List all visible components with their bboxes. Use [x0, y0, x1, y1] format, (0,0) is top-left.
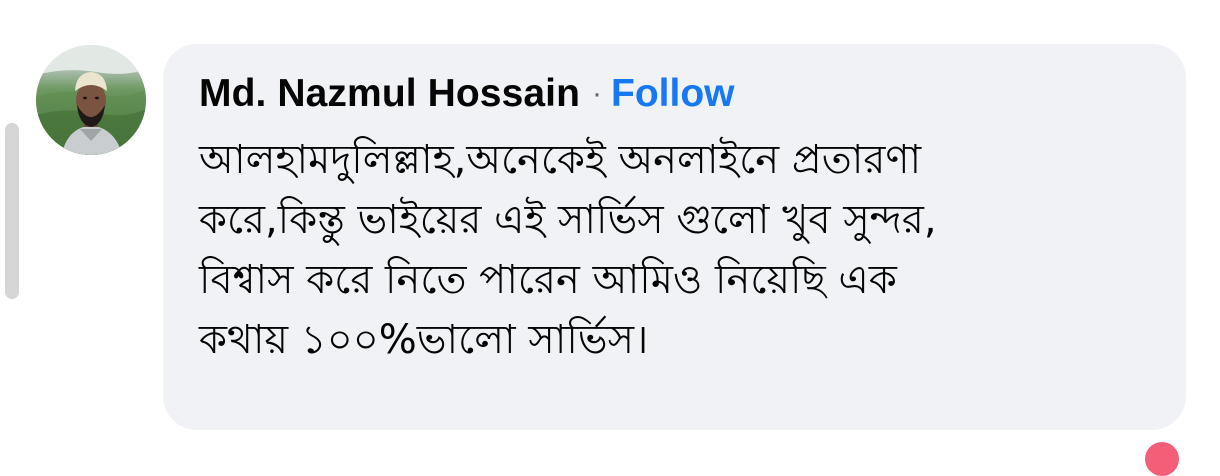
comment-line: করে,কিন্তু ভাইয়ের এই সার্ভিস গুলো খুব স… [199, 197, 937, 243]
author-name[interactable]: Md. Nazmul Hossain [199, 72, 580, 116]
profile-photo-icon [36, 45, 146, 155]
comment-bubble: Md. Nazmul Hossain · Follow আলহামদুলিল্ল… [163, 44, 1186, 430]
separator-dot: · [592, 77, 603, 110]
follow-button[interactable]: Follow [611, 72, 734, 116]
comment-text: আলহামদুলিল্লাহ,অনেকেই অনলাইনে প্রতারণা ক… [199, 130, 1169, 370]
reaction-icon[interactable] [1145, 442, 1179, 476]
comment-line: বিশ্বাস করে নিতে পারেন আমিও নিয়েছি এক [199, 257, 897, 303]
avatar[interactable] [36, 45, 146, 155]
comment-line: আলহামদুলিল্লাহ,অনেকেই অনলাইনে প্রতারণা [199, 137, 922, 183]
scrollbar[interactable] [5, 123, 19, 299]
comment-line: কথায় ১০০%ভালো সার্ভিস। [199, 317, 649, 363]
comment-header: Md. Nazmul Hossain · Follow [199, 68, 735, 120]
